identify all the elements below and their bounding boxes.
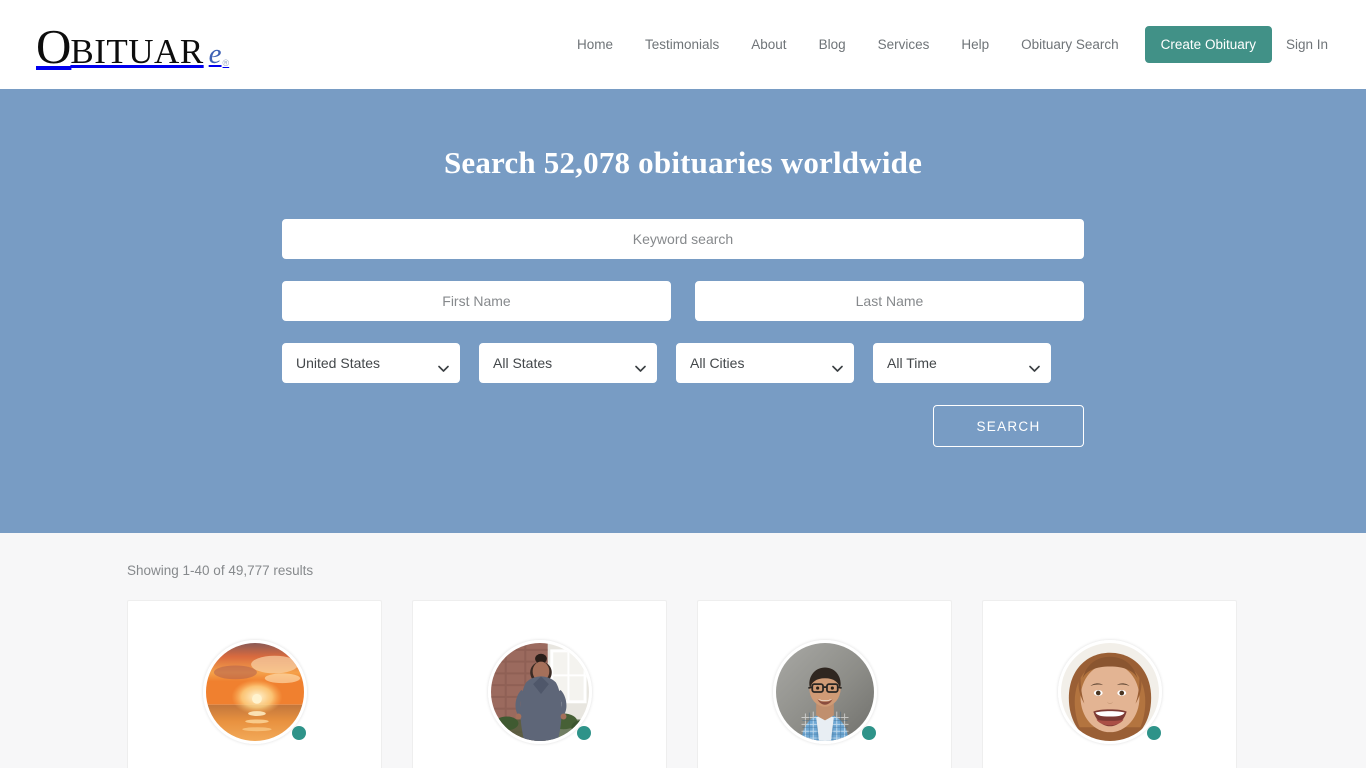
nav-item-about[interactable]: About — [735, 29, 802, 60]
obituary-search-form: United States All States All Cities — [282, 219, 1084, 447]
site-header: O BITUAR e ® Home Testimonials About Blog S… — [0, 0, 1366, 89]
country-select-wrapper: United States — [282, 343, 460, 383]
time-select-wrapper: All Time — [873, 343, 1051, 383]
nav-item-obituary-search[interactable]: Obituary Search — [1005, 29, 1135, 60]
sign-in-link[interactable]: Sign In — [1278, 29, 1338, 60]
page-title: Search 52,078 obituaries worldwide — [443, 145, 923, 180]
state-select[interactable]: All States — [479, 343, 657, 383]
logo-wordmark: BITUAR — [70, 32, 204, 71]
status-badge — [861, 726, 876, 740]
status-badge — [576, 726, 591, 740]
sunset-ocean-photo — [202, 640, 307, 744]
submit-row: SEARCH — [282, 405, 1084, 447]
main-navigation: Home Testimonials About Blog Services He… — [561, 26, 1338, 63]
state-select-wrapper: All States — [479, 343, 657, 383]
nav-item-testimonials[interactable]: Testimonials — [629, 29, 735, 60]
nav-item-blog[interactable]: Blog — [803, 29, 862, 60]
site-logo[interactable]: O BITUAR e ® — [36, 18, 229, 71]
create-obituary-button[interactable]: Create Obituary — [1144, 26, 1272, 63]
name-row — [282, 281, 1084, 321]
time-select[interactable]: All Time — [873, 343, 1051, 383]
nav-item-services[interactable]: Services — [862, 29, 946, 60]
obituary-card[interactable] — [982, 600, 1237, 768]
nav-item-help[interactable]: Help — [945, 29, 1005, 60]
obituary-card-grid — [0, 578, 1366, 768]
avatar-wrapper — [1057, 640, 1162, 744]
last-name-input[interactable] — [695, 281, 1084, 321]
search-submit-button[interactable]: SEARCH — [933, 405, 1084, 447]
results-count-text: Showing 1-40 of 49,777 results — [127, 563, 314, 578]
woman-standing-brick-wall-photo — [487, 640, 592, 744]
country-select[interactable]: United States — [282, 343, 460, 383]
nav-item-home[interactable]: Home — [561, 29, 629, 60]
city-select[interactable]: All Cities — [676, 343, 854, 383]
obituary-card[interactable] — [412, 600, 667, 768]
obituary-card[interactable] — [697, 600, 952, 768]
logo-lead-letter: O — [36, 19, 72, 74]
logo-trademark: ® — [222, 58, 230, 68]
results-section: Showing 1-40 of 49,777 results — [0, 533, 1366, 768]
man-glasses-plaid-shirt-photo — [772, 640, 877, 744]
first-name-input[interactable] — [282, 281, 671, 321]
keyword-search-input[interactable] — [282, 219, 1084, 259]
avatar-wrapper — [487, 640, 592, 744]
city-select-wrapper: All Cities — [676, 343, 854, 383]
avatar-wrapper — [202, 640, 307, 744]
logo-accent-letter: e — [208, 38, 222, 70]
hero-search-section: Search 52,078 obituaries worldwide Unite… — [0, 89, 1366, 533]
status-badge — [291, 726, 306, 740]
status-badge — [1146, 726, 1161, 740]
avatar-wrapper — [772, 640, 877, 744]
smiling-woman-closeup-photo — [1057, 640, 1162, 744]
obituary-card[interactable] — [127, 600, 382, 768]
keyword-row — [282, 219, 1084, 259]
filter-row: United States All States All Cities All … — [282, 343, 1084, 383]
